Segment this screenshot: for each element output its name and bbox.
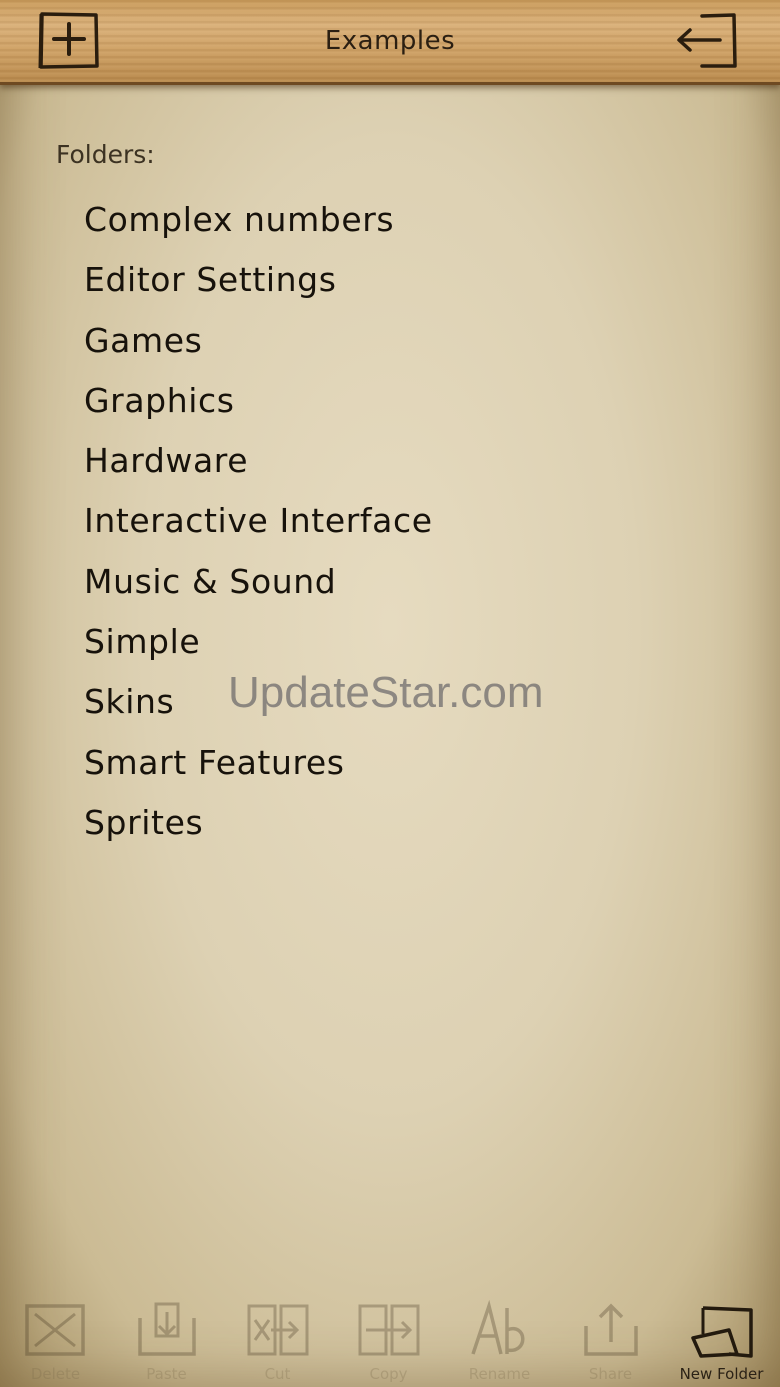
folder-item[interactable]: Complex numbers xyxy=(84,190,433,250)
share-icon xyxy=(583,1303,638,1356)
rename-button[interactable]: Rename xyxy=(444,1292,555,1387)
paste-button[interactable]: Paste xyxy=(111,1292,222,1387)
rename-icon xyxy=(470,1300,524,1355)
exit-button[interactable] xyxy=(672,10,738,72)
folder-item[interactable]: Simple xyxy=(84,612,433,672)
folder-item[interactable]: Hardware xyxy=(84,431,433,491)
new-folder-icon xyxy=(690,1306,753,1358)
folder-item[interactable]: Music & Sound xyxy=(84,552,433,612)
delete-icon xyxy=(24,1304,85,1356)
delete-button[interactable]: Delete xyxy=(0,1292,111,1387)
folder-item[interactable]: Editor Settings xyxy=(84,250,433,310)
folder-item[interactable]: Games xyxy=(84,311,433,371)
folder-list: Complex numbers Editor Settings Games Gr… xyxy=(84,190,433,853)
rename-label: Rename xyxy=(468,1365,531,1383)
share-button[interactable]: Share xyxy=(555,1292,666,1387)
watermark-text: UpdateStar.com xyxy=(228,668,544,717)
folder-item[interactable]: Interactive Interface xyxy=(84,491,433,551)
new-folder-button[interactable]: New Folder xyxy=(666,1292,777,1387)
page-title: Examples xyxy=(324,26,456,56)
paper-background: Examples Folders: Complex numbers Editor… xyxy=(0,0,780,1387)
cut-button[interactable]: Cut xyxy=(222,1292,333,1387)
delete-label: Delete xyxy=(30,1365,81,1383)
folders-section-label: Folders: xyxy=(56,140,155,169)
share-label: Share xyxy=(588,1365,633,1383)
cut-label: Cut xyxy=(264,1365,291,1383)
paste-icon xyxy=(137,1302,196,1356)
folder-item[interactable]: Sprites xyxy=(84,793,433,853)
bottom-toolbar: Delete Paste Cut Copy Rename Share New F… xyxy=(0,1292,780,1387)
copy-button[interactable]: Copy xyxy=(333,1292,444,1387)
exit-arrow-icon xyxy=(677,13,737,68)
new-folder-label: New Folder xyxy=(679,1365,764,1383)
copy-label: Copy xyxy=(369,1365,408,1383)
header-bar: Examples xyxy=(0,0,780,85)
folder-item[interactable]: Smart Features xyxy=(84,733,433,793)
folder-item[interactable]: Graphics xyxy=(84,371,433,431)
copy-icon xyxy=(358,1304,419,1356)
cut-icon xyxy=(247,1304,308,1356)
paste-label: Paste xyxy=(146,1365,187,1383)
